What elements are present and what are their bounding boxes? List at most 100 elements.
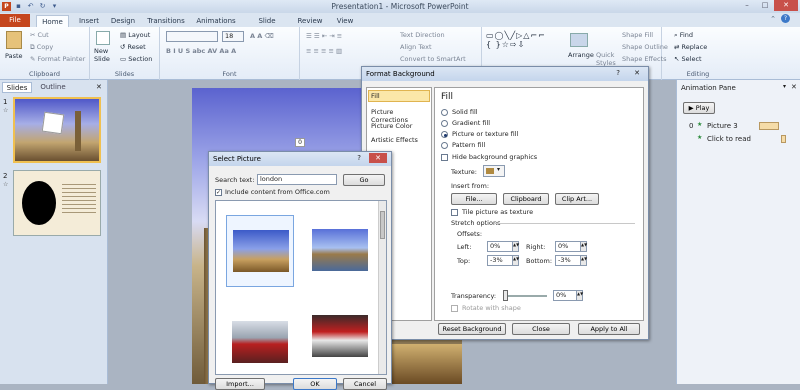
texture-label: Texture:: [451, 168, 477, 176]
arrange-button[interactable]: Arrange: [568, 51, 594, 59]
arrange-icon[interactable]: [570, 33, 588, 47]
convert-smartart-button[interactable]: Convert to SmartArt: [400, 55, 466, 63]
cancel-button[interactable]: Cancel: [343, 378, 387, 390]
file-button[interactable]: File...: [451, 193, 497, 205]
right-offset-spinner[interactable]: ▲▼: [581, 241, 587, 252]
tile-checkbox[interactable]: [451, 209, 458, 216]
layout-button[interactable]: ▤ Layout: [120, 31, 150, 39]
minimize-icon[interactable]: –: [738, 0, 756, 11]
shape-effects-button[interactable]: Shape Effects: [622, 55, 667, 63]
font-name-input[interactable]: [166, 31, 218, 42]
result-big-ben-selected[interactable]: [226, 215, 294, 287]
paste-icon[interactable]: [6, 31, 22, 49]
solid-fill-radio[interactable]: [441, 109, 448, 116]
search-text-input[interactable]: london: [257, 174, 337, 185]
tab-animations[interactable]: Animations: [196, 15, 236, 27]
close-pane-icon[interactable]: ✕: [96, 83, 102, 91]
copy-button[interactable]: ⧉ Copy: [30, 43, 53, 52]
include-office-checkbox[interactable]: ✓: [215, 189, 222, 196]
tab-insert[interactable]: Insert: [76, 15, 102, 27]
tab-outline[interactable]: Outline: [36, 82, 70, 93]
align-text-button[interactable]: Align Text: [400, 43, 432, 51]
new-slide-icon[interactable]: [96, 31, 110, 45]
font-size-buttons[interactable]: A A ⌫: [250, 32, 274, 40]
top-offset-spinner[interactable]: ▲▼: [513, 255, 519, 266]
select-button[interactable]: ↖ Select: [674, 55, 702, 63]
category-artistic-effects[interactable]: Artistic Effects: [371, 136, 418, 144]
align-buttons[interactable]: ≡ ≡ ≡ ≡ ▥: [306, 47, 342, 55]
top-offset-input[interactable]: -3%: [487, 255, 513, 266]
transparency-spinner[interactable]: ▲▼: [577, 290, 583, 301]
right-offset-input[interactable]: 0%: [555, 241, 581, 252]
reset-background-button[interactable]: Reset Background: [438, 323, 506, 335]
bottom-offset-input[interactable]: -3%: [555, 255, 581, 266]
section-button[interactable]: ▭ Section: [120, 55, 152, 63]
clip-art-button[interactable]: Clip Art...: [555, 193, 599, 205]
slide-thumbnail-2[interactable]: [13, 170, 101, 236]
result-traffic[interactable]: [306, 301, 374, 373]
cut-button[interactable]: ✂ Cut: [30, 31, 49, 39]
shapes-gallery[interactable]: ▭◯╲╱▷△⌐⌐{ }☆⇨⇩: [486, 31, 546, 49]
tab-slides[interactable]: Slides: [2, 82, 32, 93]
close-animation-pane-icon[interactable]: ✕: [791, 83, 797, 91]
replace-button[interactable]: ⇄ Replace: [674, 43, 707, 51]
tab-slide-show[interactable]: Slide Show: [248, 15, 286, 37]
timing-bar: [759, 122, 779, 130]
help-icon[interactable]: ?: [781, 14, 790, 23]
ok-button[interactable]: OK: [293, 378, 337, 390]
tab-design[interactable]: Design: [110, 15, 136, 27]
slide-thumbnail-1[interactable]: [13, 97, 101, 163]
apply-to-all-button[interactable]: Apply to All: [578, 323, 640, 335]
tab-review[interactable]: Review: [297, 15, 323, 27]
select-help-icon[interactable]: ?: [357, 154, 361, 162]
quick-styles-button[interactable]: Quick Styles: [596, 51, 618, 67]
animation-item-click-to-read[interactable]: Click to read: [707, 135, 751, 143]
font-size-input[interactable]: 18: [222, 31, 244, 42]
tab-transitions[interactable]: Transitions: [146, 15, 186, 27]
clipboard-button[interactable]: Clipboard: [503, 193, 549, 205]
import-button[interactable]: Import...: [215, 378, 265, 390]
go-button[interactable]: Go: [343, 174, 385, 186]
select-close-icon[interactable]: ✕: [369, 153, 387, 163]
font-format-buttons[interactable]: B I U S abc AV Aa A: [166, 47, 236, 55]
results-scroll-thumb[interactable]: [380, 211, 385, 239]
left-offset-spinner[interactable]: ▲▼: [513, 241, 519, 252]
close-window-icon[interactable]: ✕: [774, 0, 798, 11]
find-button[interactable]: ⌕ Find: [674, 31, 693, 40]
pane-dropdown-icon[interactable]: ▾: [783, 83, 786, 90]
bullets-buttons[interactable]: ☰ ☰ ⇤ ⇥ ≡: [306, 32, 342, 40]
tab-file[interactable]: File: [0, 14, 30, 27]
picture-fill-radio[interactable]: [441, 131, 448, 138]
hide-graphics-checkbox[interactable]: [441, 154, 448, 161]
result-parliament[interactable]: [306, 215, 374, 287]
format-painter-button[interactable]: ✎ Format Painter: [30, 55, 85, 63]
minimize-ribbon-icon[interactable]: ⌃: [770, 15, 776, 23]
gradient-fill-radio[interactable]: [441, 120, 448, 127]
animation-item-picture3[interactable]: Picture 3: [707, 122, 738, 130]
reset-button[interactable]: ↺ Reset: [120, 43, 146, 51]
category-picture-color[interactable]: Picture Color: [371, 122, 412, 130]
shape-outline-button[interactable]: Shape Outline: [622, 43, 668, 51]
close-button[interactable]: Close: [512, 323, 570, 335]
new-slide-button[interactable]: New Slide: [94, 47, 116, 63]
dialog-close-icon[interactable]: ✕: [634, 69, 640, 77]
maximize-icon[interactable]: □: [756, 0, 774, 11]
rotate-with-shape-checkbox[interactable]: [451, 305, 458, 312]
left-offset-input[interactable]: 0%: [487, 241, 513, 252]
bottom-offset-spinner[interactable]: ▲▼: [581, 255, 587, 266]
pattern-fill-radio[interactable]: [441, 142, 448, 149]
transparency-slider[interactable]: [503, 295, 547, 297]
transparency-slider-thumb[interactable]: [503, 290, 508, 301]
transparency-input[interactable]: 0%: [553, 290, 577, 301]
texture-dropdown[interactable]: ▾: [483, 165, 505, 177]
text-direction-button[interactable]: Text Direction: [400, 31, 445, 39]
result-red-bus[interactable]: [226, 301, 294, 373]
paste-button[interactable]: Paste: [5, 52, 23, 60]
results-scrollbar[interactable]: [378, 201, 386, 374]
dialog-help-icon[interactable]: ?: [616, 69, 620, 77]
play-button[interactable]: ▶ Play: [683, 102, 715, 114]
category-fill[interactable]: Fill: [368, 90, 430, 102]
tab-home[interactable]: Home: [36, 15, 69, 27]
shape-fill-button[interactable]: Shape Fill: [622, 31, 653, 39]
tab-view[interactable]: View: [334, 15, 356, 27]
